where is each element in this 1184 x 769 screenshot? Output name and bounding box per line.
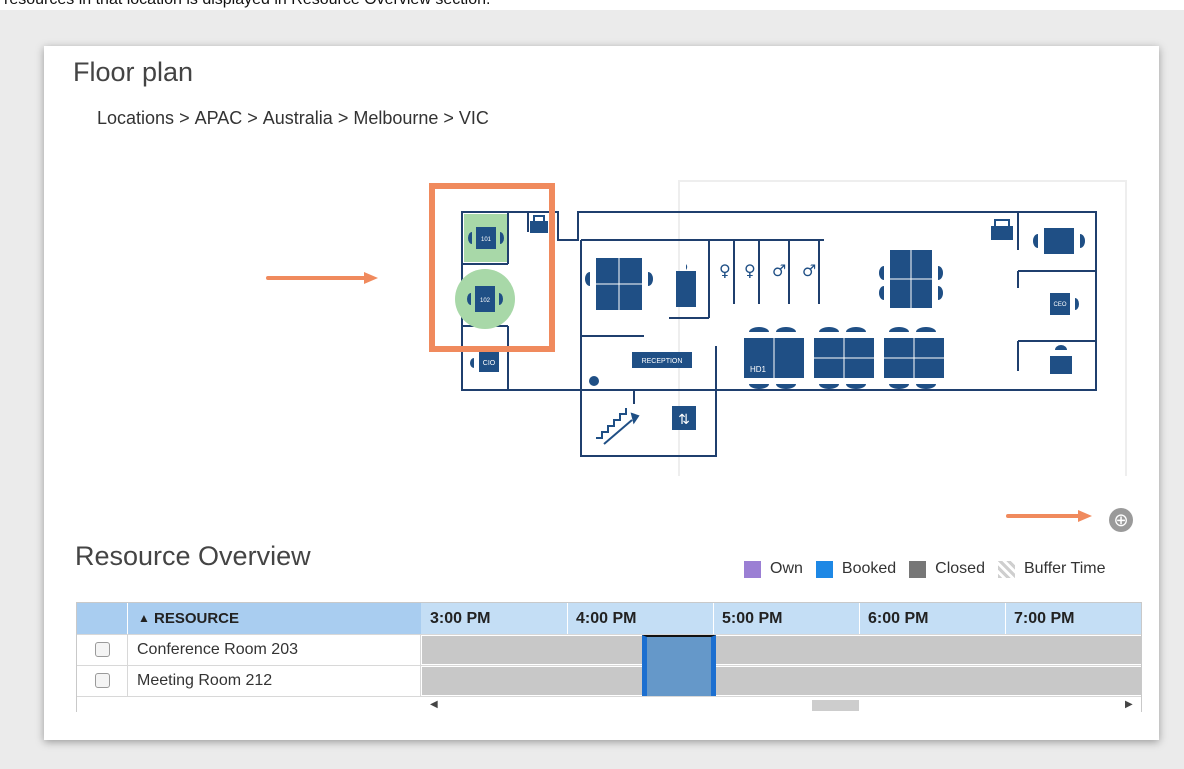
zoom-in-icon[interactable]: ⊕ bbox=[1109, 508, 1133, 532]
breadcrumb-item-vic[interactable]: VIC bbox=[459, 108, 489, 128]
resource-column-header[interactable]: ▲ RESOURCE bbox=[127, 603, 421, 634]
legend-item-closed: Closed bbox=[909, 560, 985, 578]
booking-block[interactable] bbox=[642, 635, 716, 698]
breadcrumb-item-apac[interactable]: APAC bbox=[195, 108, 243, 128]
row-checkbox[interactable] bbox=[95, 642, 110, 657]
table-row[interactable]: Meeting Room 212 bbox=[77, 665, 1141, 696]
legend-label-buffer-time: Buffer Time bbox=[1023, 560, 1106, 577]
time-header-3pm: 3:00 PM bbox=[422, 603, 568, 634]
horizontal-scrollbar[interactable]: ◀ ▶ bbox=[77, 696, 1141, 712]
svg-text:⇅: ⇅ bbox=[678, 412, 690, 428]
office-desk-right-icon bbox=[1033, 228, 1085, 254]
legend-swatch-buffer-time bbox=[997, 560, 1015, 578]
resource-timeline[interactable] bbox=[422, 667, 1141, 695]
time-header-4pm: 4:00 PM bbox=[568, 603, 714, 634]
svg-text:♀: ♀ bbox=[744, 261, 756, 280]
office-ceo-label: CEO bbox=[1053, 302, 1066, 308]
legend-swatch-closed bbox=[909, 560, 927, 578]
resource-overview-title: Resource Overview bbox=[75, 541, 311, 571]
time-header-6pm: 6:00 PM bbox=[860, 603, 1006, 634]
floor-plan-map: 101 102 CIO ♀ ♀ ♂ ♂ RECEPTION ⇅ HD1 CEO bbox=[429, 180, 1127, 476]
select-all-header bbox=[77, 603, 127, 634]
office-desk-lower-right-icon bbox=[1050, 345, 1072, 374]
sort-ascending-icon[interactable]: ▲ bbox=[138, 603, 150, 634]
breadcrumb-separator: > bbox=[179, 108, 190, 128]
legend-label-booked: Booked bbox=[841, 560, 897, 577]
floor-plan-card: Floor plan Locations > APAC > Australia > Melb… bbox=[44, 46, 1159, 740]
row-checkbox[interactable] bbox=[95, 673, 110, 688]
printer-right-icon bbox=[991, 219, 1013, 240]
lift-icon: ⇅ bbox=[672, 406, 696, 430]
legend-label-closed: Closed bbox=[935, 560, 985, 577]
printer-icon bbox=[530, 215, 548, 233]
legend-swatch-own bbox=[744, 560, 761, 578]
page-title: Floor plan bbox=[73, 57, 194, 87]
table-row[interactable]: Conference Room 203 bbox=[77, 634, 1141, 665]
breadcrumb: Locations > APAC > Australia > Melbourne > VIC bbox=[97, 108, 489, 129]
breadcrumb-item-australia[interactable]: Australia bbox=[263, 108, 333, 128]
breadcrumb-item-melbourne[interactable]: Melbourne bbox=[353, 108, 438, 128]
legend-swatch-booked bbox=[815, 560, 833, 578]
svg-text:♂: ♂ bbox=[772, 261, 786, 280]
breadcrumb-separator: > bbox=[443, 108, 454, 128]
breadcrumb-item-locations[interactable]: Locations bbox=[97, 108, 174, 128]
resource-name: Meeting Room 212 bbox=[127, 666, 421, 696]
stairs-icon bbox=[596, 408, 640, 445]
breadcrumb-separator: > bbox=[247, 108, 258, 128]
breadcrumb-separator: > bbox=[337, 108, 349, 128]
time-header-5pm: 5:00 PM bbox=[714, 603, 860, 634]
desk-102-label: 102 bbox=[480, 298, 491, 304]
resource-schedule-grid: ▲ RESOURCE 3:00 PM 4:00 PM 5:00 PM 6:00 … bbox=[76, 602, 1142, 712]
legend: Own Booked Closed Buffer Time bbox=[744, 560, 1106, 578]
hot-desk-label: HD1 bbox=[750, 365, 767, 374]
legend-label-own: Own bbox=[770, 560, 803, 577]
resource-timeline[interactable] bbox=[422, 636, 1141, 664]
legend-item-buffer-time: Buffer Time bbox=[997, 560, 1106, 578]
scroll-left-icon[interactable]: ◀ bbox=[430, 697, 438, 713]
annotation-arrow-zoom bbox=[1006, 510, 1092, 522]
time-header-7pm: 7:00 PM bbox=[1014, 610, 1075, 627]
resource-column-label: RESOURCE bbox=[154, 610, 240, 627]
resource-name: Conference Room 203 bbox=[127, 635, 421, 665]
caption-strip: resources in that location is displayed … bbox=[0, 0, 1184, 10]
svg-text:♂: ♂ bbox=[802, 261, 816, 280]
svg-text:♀: ♀ bbox=[719, 261, 731, 280]
scrollbar-thumb[interactable] bbox=[812, 700, 859, 711]
desk-101-label: 101 bbox=[481, 237, 492, 243]
annotation-arrow-desks bbox=[266, 272, 378, 284]
legend-item-own: Own bbox=[744, 560, 803, 578]
legend-item-booked: Booked bbox=[815, 560, 897, 578]
scroll-right-icon[interactable]: ▶ bbox=[1125, 697, 1133, 713]
office-cio-label: CIO bbox=[483, 360, 496, 367]
grid-header: ▲ RESOURCE 3:00 PM 4:00 PM 5:00 PM 6:00 … bbox=[77, 603, 1141, 634]
reception-label: RECEPTION bbox=[642, 358, 683, 365]
caption-text: resources in that location is displayed … bbox=[4, 0, 490, 9]
